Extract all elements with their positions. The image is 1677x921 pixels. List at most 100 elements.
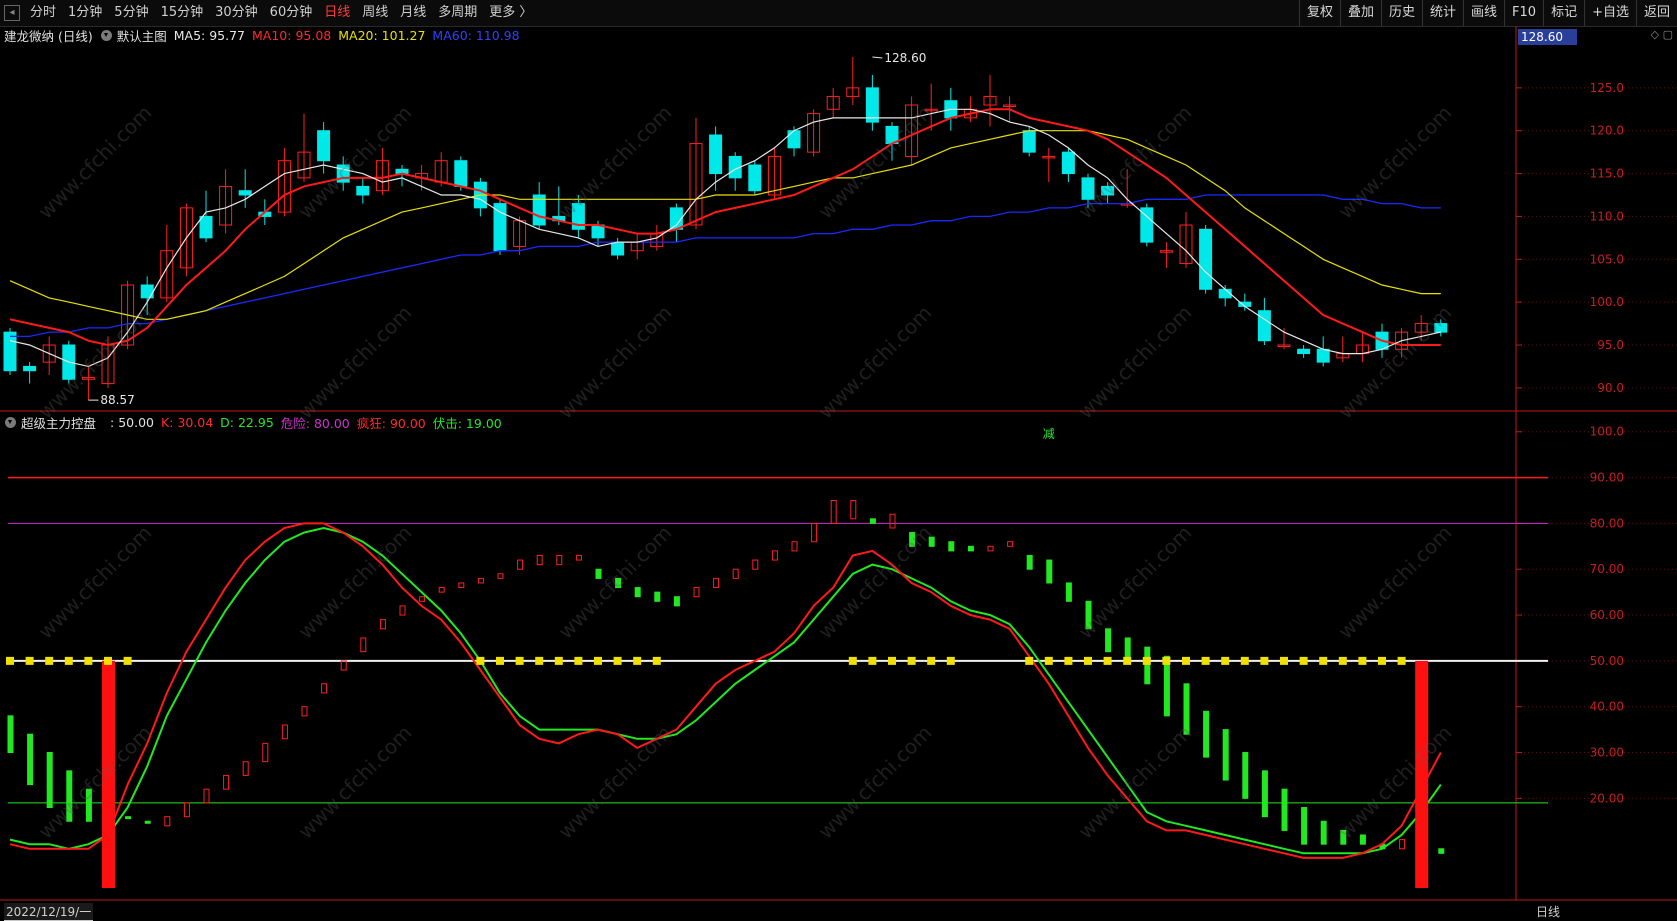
marker-square <box>1084 656 1092 665</box>
marker-square <box>1319 656 1328 665</box>
indicator-bar <box>477 577 484 584</box>
indicator-bar <box>1438 848 1445 854</box>
indicator-tick-label: 60.00 <box>1590 608 1624 622</box>
indicator-bar <box>144 820 151 824</box>
indicator-bar <box>1242 752 1249 799</box>
indicator-bar <box>967 545 974 552</box>
indicator-bar <box>693 587 700 598</box>
candle-body <box>611 241 625 256</box>
candle-body <box>1022 130 1036 153</box>
indicator-bar <box>732 568 739 579</box>
price-tick-label: 95.0 <box>1597 338 1624 352</box>
indicator-bar <box>1261 770 1268 818</box>
indicator-bar <box>27 733 34 786</box>
indicator-bar <box>1183 683 1190 735</box>
marker-square <box>633 656 642 665</box>
indicator-bar <box>791 541 798 552</box>
indicator-bar <box>556 554 563 566</box>
indicator-bar <box>360 637 367 653</box>
indicator-bar <box>497 573 504 579</box>
indicator-bar <box>1046 559 1053 584</box>
candle-body <box>1257 310 1271 342</box>
indicator-bar <box>889 513 896 529</box>
indicator-bar <box>909 532 916 547</box>
indicator-bar <box>46 752 53 809</box>
marker-square <box>104 656 112 665</box>
marker-square <box>868 656 877 665</box>
marker-square <box>1123 656 1132 665</box>
indicator-bar <box>1026 554 1033 570</box>
indicator-bar <box>1281 788 1288 831</box>
marker-square <box>1221 656 1230 665</box>
marker-square <box>1044 656 1053 665</box>
marker-square <box>1338 656 1347 665</box>
indicator-bar <box>301 706 308 717</box>
indicator-bar <box>321 683 328 694</box>
indicator-bar <box>438 587 445 593</box>
price-tick-label: 100.0 <box>1590 295 1624 309</box>
candle-body <box>317 130 331 162</box>
indicator-bar <box>1399 839 1406 850</box>
candle-body <box>454 160 468 187</box>
chart-canvas[interactable]: 128.60 88.57 减 125.0 120.0 115.0 110.0 105.0 10… <box>0 0 1677 919</box>
indicator-bar <box>164 816 171 827</box>
indicator-tick-label: 30.00 <box>1590 746 1624 760</box>
marker-square <box>64 656 73 665</box>
marker-square <box>535 656 544 665</box>
indicator-bar <box>517 559 524 570</box>
indicator-bar <box>948 541 955 552</box>
marker-square <box>1064 656 1073 665</box>
indicator-bar <box>615 577 622 589</box>
marker-square <box>594 656 602 665</box>
ma60-line <box>10 194 1441 338</box>
indicator-bar <box>1301 807 1308 845</box>
high-price-label: 128.60 <box>884 51 926 65</box>
indicator-tick-label: 80.00 <box>1590 516 1624 530</box>
indicator-bar <box>419 596 426 602</box>
marker-square <box>496 656 504 665</box>
indicator-bar <box>85 788 92 822</box>
indicator-bar <box>281 724 288 740</box>
signal-spike-bar <box>1415 660 1429 888</box>
marker-square <box>476 656 485 665</box>
indicator-tick-label: 100.0 <box>1590 425 1624 439</box>
indicator-bar <box>1340 829 1347 845</box>
d-line <box>9 526 1442 855</box>
indicator-bar <box>1203 710 1210 758</box>
marker-square <box>652 656 661 665</box>
candle-body <box>1297 348 1311 355</box>
marker-square <box>1025 656 1034 665</box>
indicator-bar <box>771 550 778 561</box>
indicator-tick-label: 50.00 <box>1590 654 1624 668</box>
indicator-tick-label: 90.00 <box>1590 471 1624 485</box>
marker-square <box>1240 656 1249 665</box>
indicator-bar <box>458 582 465 589</box>
indicator-bar <box>1222 729 1229 781</box>
signal-label: 减 <box>1043 427 1055 441</box>
indicator-bar <box>713 577 720 589</box>
candle-body <box>356 185 370 196</box>
marker-square <box>123 656 132 665</box>
indicator-bar <box>1105 628 1112 653</box>
high-price-pointer <box>872 56 883 59</box>
footer-period-label: 日线 <box>1536 905 1561 919</box>
k-line <box>9 522 1442 859</box>
indicator-bar <box>340 660 347 671</box>
indicator-bar <box>1085 600 1092 630</box>
indicator-bar <box>1163 655 1170 717</box>
indicator-bar <box>654 591 661 602</box>
marker-square <box>1299 656 1308 665</box>
marker-square <box>554 656 563 665</box>
marker-square <box>907 656 916 665</box>
candle-body <box>3 331 17 372</box>
candle-body <box>1316 348 1330 363</box>
marker-square <box>1378 656 1386 665</box>
indicator-bar <box>575 554 582 561</box>
indicator-bar <box>752 559 759 570</box>
indicator-bar <box>830 499 837 524</box>
marker-square <box>927 656 936 665</box>
marker-square <box>848 656 857 665</box>
candle-body <box>1081 177 1095 200</box>
candle-body <box>709 134 723 175</box>
candle-body <box>199 215 213 239</box>
